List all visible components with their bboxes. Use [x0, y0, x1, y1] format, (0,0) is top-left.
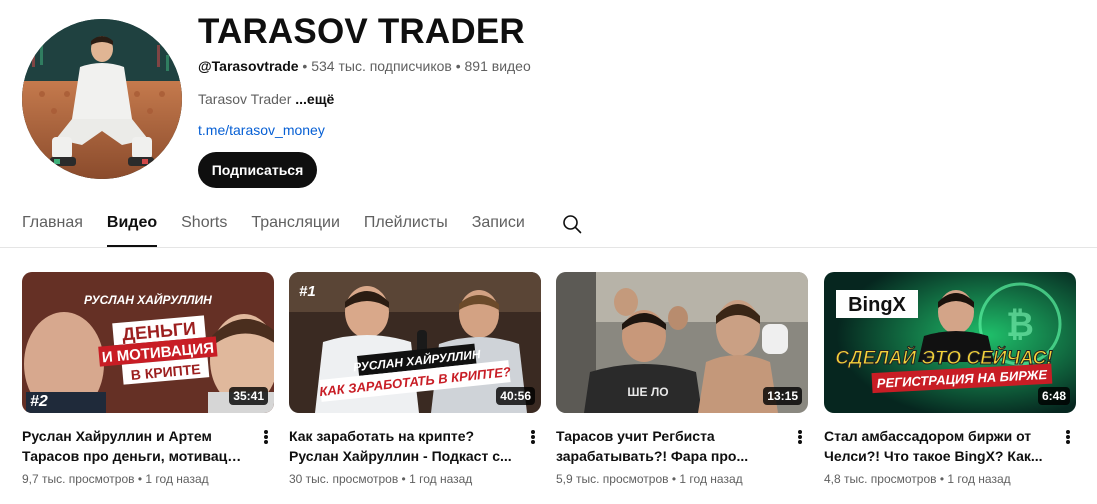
- video-title[interactable]: Тарасов учит Регбиста зарабатывать?! Фар…: [556, 426, 782, 466]
- tab-posts[interactable]: Записи: [472, 211, 525, 247]
- video-card: ШЕ ЛО 13:15 Тарасов учит Регбиста зараба…: [556, 272, 808, 486]
- more-options-icon[interactable]: [260, 428, 272, 446]
- video-title[interactable]: Стал амбассадором биржи от Челси?! Что т…: [824, 426, 1050, 466]
- video-thumbnail[interactable]: #1 РУСЛАН ХАЙРУЛЛИН КАК ЗАРАБОТАТЬ В КРИ…: [289, 272, 541, 413]
- video-meta: 5,9 тыс. просмотров • 1 год назад: [556, 472, 743, 486]
- thumb-text: BingX: [848, 294, 906, 316]
- video-age: 1 год назад: [145, 472, 209, 486]
- video-meta: 9,7 тыс. просмотров • 1 год назад: [22, 472, 209, 486]
- more-options-icon[interactable]: [794, 428, 806, 446]
- video-views: 5,9 тыс. просмотров: [556, 472, 669, 486]
- channel-title: TARASOV TRADER: [198, 12, 525, 51]
- more-options-icon[interactable]: [1062, 428, 1074, 446]
- thumb-text: #1: [299, 283, 316, 300]
- video-age: 1 год назад: [947, 472, 1011, 486]
- description-text: Tarasov Trader: [198, 91, 296, 107]
- thumb-text: РУСЛАН ХАЙРУЛЛИН: [84, 291, 212, 307]
- video-age: 1 год назад: [679, 472, 743, 486]
- tab-home[interactable]: Главная: [22, 211, 83, 247]
- video-duration: 6:48: [1037, 387, 1070, 405]
- channel-avatar[interactable]: [22, 19, 182, 179]
- thumb-text: #2: [30, 393, 48, 410]
- more-options-icon[interactable]: [527, 428, 539, 446]
- description-more[interactable]: ...ещё: [295, 91, 334, 107]
- tabs-divider: [0, 247, 1097, 248]
- video-thumbnail[interactable]: ₿ BingX СДЕЛАЙ ЭТО СЕЙЧАС! РЕГИСТРАЦИЯ Н…: [824, 272, 1076, 413]
- tab-playlists[interactable]: Плейлисты: [364, 211, 448, 247]
- video-duration: 35:41: [229, 387, 268, 405]
- channel-meta: @Tarasovtrade • 534 тыс. подписчиков • 8…: [198, 58, 531, 74]
- video-card: ₿ BingX СДЕЛАЙ ЭТО СЕЙЧАС! РЕГИСТРАЦИЯ Н…: [824, 272, 1076, 486]
- video-card: РУСЛАН ХАЙРУЛЛИН ДЕНЬГИ И МОТИВАЦИЯ В КР…: [22, 272, 274, 486]
- video-views: 9,7 тыс. просмотров: [22, 472, 135, 486]
- video-age: 1 год назад: [409, 472, 473, 486]
- channel-link[interactable]: t.me/tarasov_money: [198, 122, 325, 138]
- channel-tabs: Главная Видео Shorts Трансляции Плейлист…: [22, 211, 549, 247]
- video-thumbnail[interactable]: РУСЛАН ХАЙРУЛЛИН ДЕНЬГИ И МОТИВАЦИЯ В КР…: [22, 272, 274, 413]
- thumb-text: ШЕ ЛО: [627, 385, 668, 399]
- subscribe-button[interactable]: Подписаться: [198, 152, 317, 188]
- video-views: 30 тыс. просмотров: [289, 472, 399, 486]
- video-views: 4,8 тыс. просмотров: [824, 472, 937, 486]
- channel-stats: • 534 тыс. подписчиков • 891 видео: [298, 58, 531, 74]
- video-title[interactable]: Руслан Хайруллин и Артем Тарасов про ден…: [22, 426, 248, 466]
- video-meta: 30 тыс. просмотров • 1 год назад: [289, 472, 473, 486]
- search-icon[interactable]: [562, 214, 582, 234]
- channel-handle: @Tarasovtrade: [198, 58, 299, 74]
- channel-description[interactable]: Tarasov Trader ...ещё: [198, 91, 334, 107]
- video-duration: 40:56: [496, 387, 535, 405]
- video-thumbnail[interactable]: ШЕ ЛО 13:15: [556, 272, 808, 413]
- video-duration: 13:15: [763, 387, 802, 405]
- tab-live[interactable]: Трансляции: [251, 211, 340, 247]
- video-meta: 4,8 тыс. просмотров • 1 год назад: [824, 472, 1011, 486]
- tab-videos[interactable]: Видео: [106, 211, 158, 247]
- tab-shorts[interactable]: Shorts: [181, 211, 227, 247]
- svg-text:₿: ₿: [1006, 306, 1034, 344]
- video-title[interactable]: Как заработать на крипте? Руслан Хайрулл…: [289, 426, 515, 466]
- video-card: #1 РУСЛАН ХАЙРУЛЛИН КАК ЗАРАБОТАТЬ В КРИ…: [289, 272, 541, 486]
